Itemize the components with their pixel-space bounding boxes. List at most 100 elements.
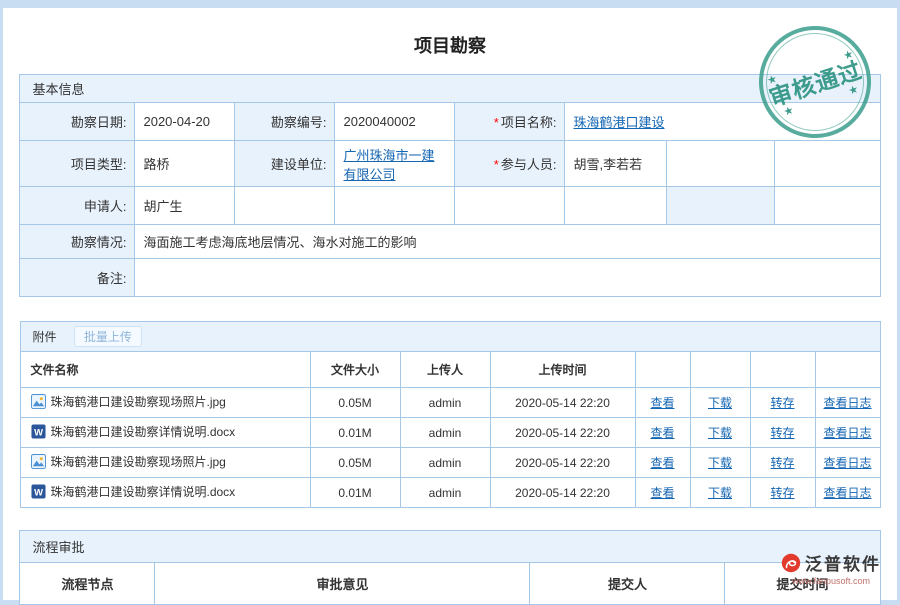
- empty-cell: [565, 187, 667, 225]
- col-header-uploader: 上传人: [400, 352, 490, 388]
- empty-cell: [235, 187, 335, 225]
- col-header-file-name: 文件名称: [20, 352, 310, 388]
- col-header-empty: [635, 352, 690, 388]
- file-size: 0.05M: [310, 448, 400, 478]
- file-upload-time: 2020-05-14 22:20: [490, 478, 635, 508]
- col-header-flow-node: 流程节点: [20, 563, 155, 605]
- section-title-approval: 流程审批: [20, 531, 880, 563]
- download-link[interactable]: 下载: [708, 396, 732, 410]
- batch-upload-button[interactable]: 批量上传: [74, 326, 142, 347]
- view-link[interactable]: 查看: [650, 426, 674, 440]
- file-upload-time: 2020-05-14 22:20: [490, 388, 635, 418]
- survey-no-label: 勘察编号:: [235, 103, 335, 141]
- section-title-attachments: 附件: [33, 330, 57, 344]
- project-type-value: 路桥: [135, 141, 235, 187]
- download-link[interactable]: 下载: [708, 456, 732, 470]
- col-header-empty: [750, 352, 815, 388]
- participants-label: *参与人员:: [455, 141, 565, 187]
- project-type-label: 项目类型:: [20, 141, 135, 187]
- view-link[interactable]: 查看: [650, 486, 674, 500]
- col-header-empty: [690, 352, 750, 388]
- empty-cell: [335, 187, 455, 225]
- file-name-cell: 珠海鹤港口建设勘察现场照片.jpg: [20, 448, 310, 478]
- survey-detail-value: 海面施工考虑海底地层情况、海水对施工的影响: [135, 225, 880, 259]
- file-name-cell: W 珠海鹤港口建设勘察详情说明.docx: [20, 418, 310, 448]
- col-header-empty: [815, 352, 880, 388]
- save-as-link[interactable]: 转存: [770, 486, 794, 500]
- file-size: 0.01M: [310, 478, 400, 508]
- svg-text:W: W: [34, 427, 43, 437]
- word-file-icon: W: [31, 484, 46, 502]
- approval-table: 流程审批 流程节点 审批意见 提交人 提交时间: [19, 530, 880, 605]
- file-uploader: admin: [400, 478, 490, 508]
- participants-label-text: 参与人员:: [501, 157, 557, 172]
- empty-cell: [775, 187, 880, 225]
- file-uploader: admin: [400, 448, 490, 478]
- remark-label: 备注:: [20, 259, 135, 297]
- view-log-link[interactable]: 查看日志: [824, 426, 872, 440]
- file-name: 珠海鹤港口建设勘察详情说明.docx: [51, 425, 236, 439]
- view-log-link[interactable]: 查看日志: [824, 456, 872, 470]
- build-unit-label: 建设单位:: [235, 141, 335, 187]
- project-name-label-text: 项目名称:: [501, 115, 557, 130]
- view-link[interactable]: 查看: [650, 396, 674, 410]
- file-name: 珠海鹤港口建设勘察现场照片.jpg: [51, 395, 226, 409]
- file-upload-time: 2020-05-14 22:20: [490, 448, 635, 478]
- view-link[interactable]: 查看: [650, 456, 674, 470]
- image-file-icon: [31, 454, 46, 472]
- file-upload-time: 2020-05-14 22:20: [490, 418, 635, 448]
- col-header-upload-time: 上传时间: [490, 352, 635, 388]
- file-row: 珠海鹤港口建设勘察现场照片.jpg 0.05M admin 2020-05-14…: [20, 388, 880, 418]
- applicant-value: 胡广生: [135, 187, 235, 225]
- survey-detail-label: 勘察情况:: [20, 225, 135, 259]
- file-size: 0.01M: [310, 418, 400, 448]
- view-log-link[interactable]: 查看日志: [824, 486, 872, 500]
- brand-name: 泛普软件: [805, 550, 881, 575]
- brand-url: www.fanpusoft.com: [781, 576, 881, 586]
- survey-date-value: 2020-04-20: [135, 103, 235, 141]
- image-file-icon: [31, 394, 46, 412]
- applicant-label: 申请人:: [20, 187, 135, 225]
- file-name-cell: W 珠海鹤港口建设勘察详情说明.docx: [20, 478, 310, 508]
- form-page: 项目勘察 ★ ★ ★ ★ 审核通过 基本信息 勘察日期: 2020-04-20 …: [3, 8, 897, 600]
- download-link[interactable]: 下载: [708, 486, 732, 500]
- empty-cell: [667, 141, 775, 187]
- attachments-table: 附件 批量上传 文件名称 文件大小 上传人 上传时间 珠海鹤港口建设勘察现场照片…: [20, 321, 881, 508]
- empty-label-cell: [667, 187, 775, 225]
- file-name: 珠海鹤港口建设勘察详情说明.docx: [51, 485, 236, 499]
- fanpu-logo-icon: [781, 553, 801, 573]
- col-header-approval-opinion: 审批意见: [155, 563, 530, 605]
- save-as-link[interactable]: 转存: [770, 396, 794, 410]
- project-name-link[interactable]: 珠海鹤港口建设: [573, 115, 664, 130]
- empty-cell: [455, 187, 565, 225]
- project-name-label: *项目名称:: [455, 103, 565, 141]
- remark-value: [135, 259, 880, 297]
- svg-text:W: W: [34, 487, 43, 497]
- download-link[interactable]: 下载: [708, 426, 732, 440]
- file-row: W 珠海鹤港口建设勘察详情说明.docx 0.01M admin 2020-05…: [20, 418, 880, 448]
- file-size: 0.05M: [310, 388, 400, 418]
- file-row: W 珠海鹤港口建设勘察详情说明.docx 0.01M admin 2020-05…: [20, 478, 880, 508]
- attachments-header-row: 附件 批量上传: [20, 322, 880, 352]
- file-row: 珠海鹤港口建设勘察现场照片.jpg 0.05M admin 2020-05-14…: [20, 448, 880, 478]
- col-header-submitter: 提交人: [530, 563, 725, 605]
- vendor-logo: 泛普软件 www.fanpusoft.com: [781, 550, 881, 586]
- required-mark: *: [494, 115, 499, 130]
- view-log-link[interactable]: 查看日志: [824, 396, 872, 410]
- build-unit-cell: 广州珠海市一建有限公司: [335, 141, 455, 187]
- save-as-link[interactable]: 转存: [770, 426, 794, 440]
- basic-info-table: 基本信息 勘察日期: 2020-04-20 勘察编号: 2020040002 *…: [19, 74, 880, 297]
- file-name: 珠海鹤港口建设勘察现场照片.jpg: [51, 455, 226, 469]
- file-name-cell: 珠海鹤港口建设勘察现场照片.jpg: [20, 388, 310, 418]
- participants-value: 胡雪,李若若: [565, 141, 667, 187]
- file-uploader: admin: [400, 418, 490, 448]
- build-unit-link[interactable]: 广州珠海市一建有限公司: [343, 148, 434, 182]
- save-as-link[interactable]: 转存: [770, 456, 794, 470]
- required-mark: *: [494, 157, 499, 172]
- section-title-basic-info: 基本信息: [20, 75, 880, 103]
- file-uploader: admin: [400, 388, 490, 418]
- empty-cell: [775, 141, 880, 187]
- col-header-file-size: 文件大小: [310, 352, 400, 388]
- word-file-icon: W: [31, 424, 46, 442]
- survey-date-label: 勘察日期:: [20, 103, 135, 141]
